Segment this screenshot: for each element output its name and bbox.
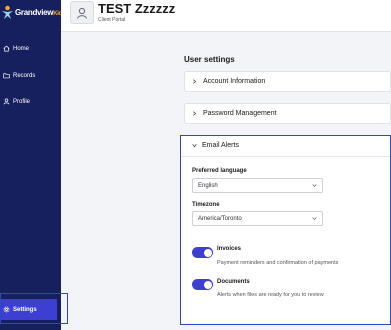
user-icon <box>3 98 10 105</box>
invoices-toggle-title: Invoices <box>217 246 242 252</box>
page-title: TEST Zzzzzz <box>98 1 176 16</box>
accordion-account-information[interactable]: Account Information <box>184 71 391 92</box>
accordion-email-alerts: Email Alerts Preferred language English … <box>180 135 391 325</box>
chevron-right-icon <box>193 111 197 116</box>
avatar[interactable] <box>70 1 94 24</box>
sidebar-item-records[interactable]: Records <box>3 72 35 79</box>
sidebar-item-profile[interactable]: Profile <box>3 98 30 105</box>
accordion-label: Email Alerts <box>202 142 239 149</box>
documents-toggle[interactable] <box>192 279 213 290</box>
language-value: English <box>198 182 218 189</box>
accordion-label: Account Information <box>203 78 266 85</box>
chevron-down-icon <box>312 217 317 220</box>
sidebar-item-label: Settings <box>13 306 37 313</box>
sidebar-item-label: Records <box>13 72 36 79</box>
documents-toggle-description: Alerts when files are ready for you to r… <box>217 292 324 298</box>
timezone-select[interactable]: America/Toronto <box>192 211 323 226</box>
language-select[interactable]: English <box>192 178 323 193</box>
folder-icon <box>3 73 10 79</box>
sidebar-item-settings[interactable]: Settings <box>0 299 57 320</box>
sidebar-item-label: Home <box>13 45 30 52</box>
invoices-toggle[interactable] <box>192 247 213 258</box>
timezone-value: America/Toronto <box>198 215 242 222</box>
logo-text: GrandviewKids <box>15 8 66 17</box>
language-label: Preferred language <box>192 168 247 174</box>
page-subtitle: Client Portal <box>98 17 126 23</box>
brand-logo[interactable]: GrandviewKids <box>1 5 65 20</box>
sidebar-item-home[interactable]: Home <box>3 45 29 52</box>
chevron-right-icon <box>193 79 197 84</box>
accordion-email-alerts-header[interactable]: Email Alerts <box>192 142 239 149</box>
chevron-down-icon <box>312 184 317 187</box>
gear-icon <box>3 306 10 313</box>
home-icon <box>3 45 10 52</box>
invoices-toggle-description: Payment reminders and confirmation of pa… <box>217 260 339 266</box>
sidebar-item-label: Profile <box>13 98 31 105</box>
logo-figure-icon <box>2 5 13 19</box>
sidebar: GrandviewKids Home Records Profile Setti… <box>0 0 65 330</box>
accordion-password-management[interactable]: Password Management <box>184 103 391 124</box>
documents-toggle-title: Documents <box>217 279 250 285</box>
timezone-label: Timezone <box>192 202 220 208</box>
accordion-label: Password Management <box>203 110 277 117</box>
user-icon <box>76 7 88 19</box>
divider <box>181 156 390 157</box>
chevron-down-icon <box>192 144 197 148</box>
section-title: User settings <box>184 55 235 64</box>
top-header: TEST Zzzzzz Client Portal <box>61 0 391 32</box>
